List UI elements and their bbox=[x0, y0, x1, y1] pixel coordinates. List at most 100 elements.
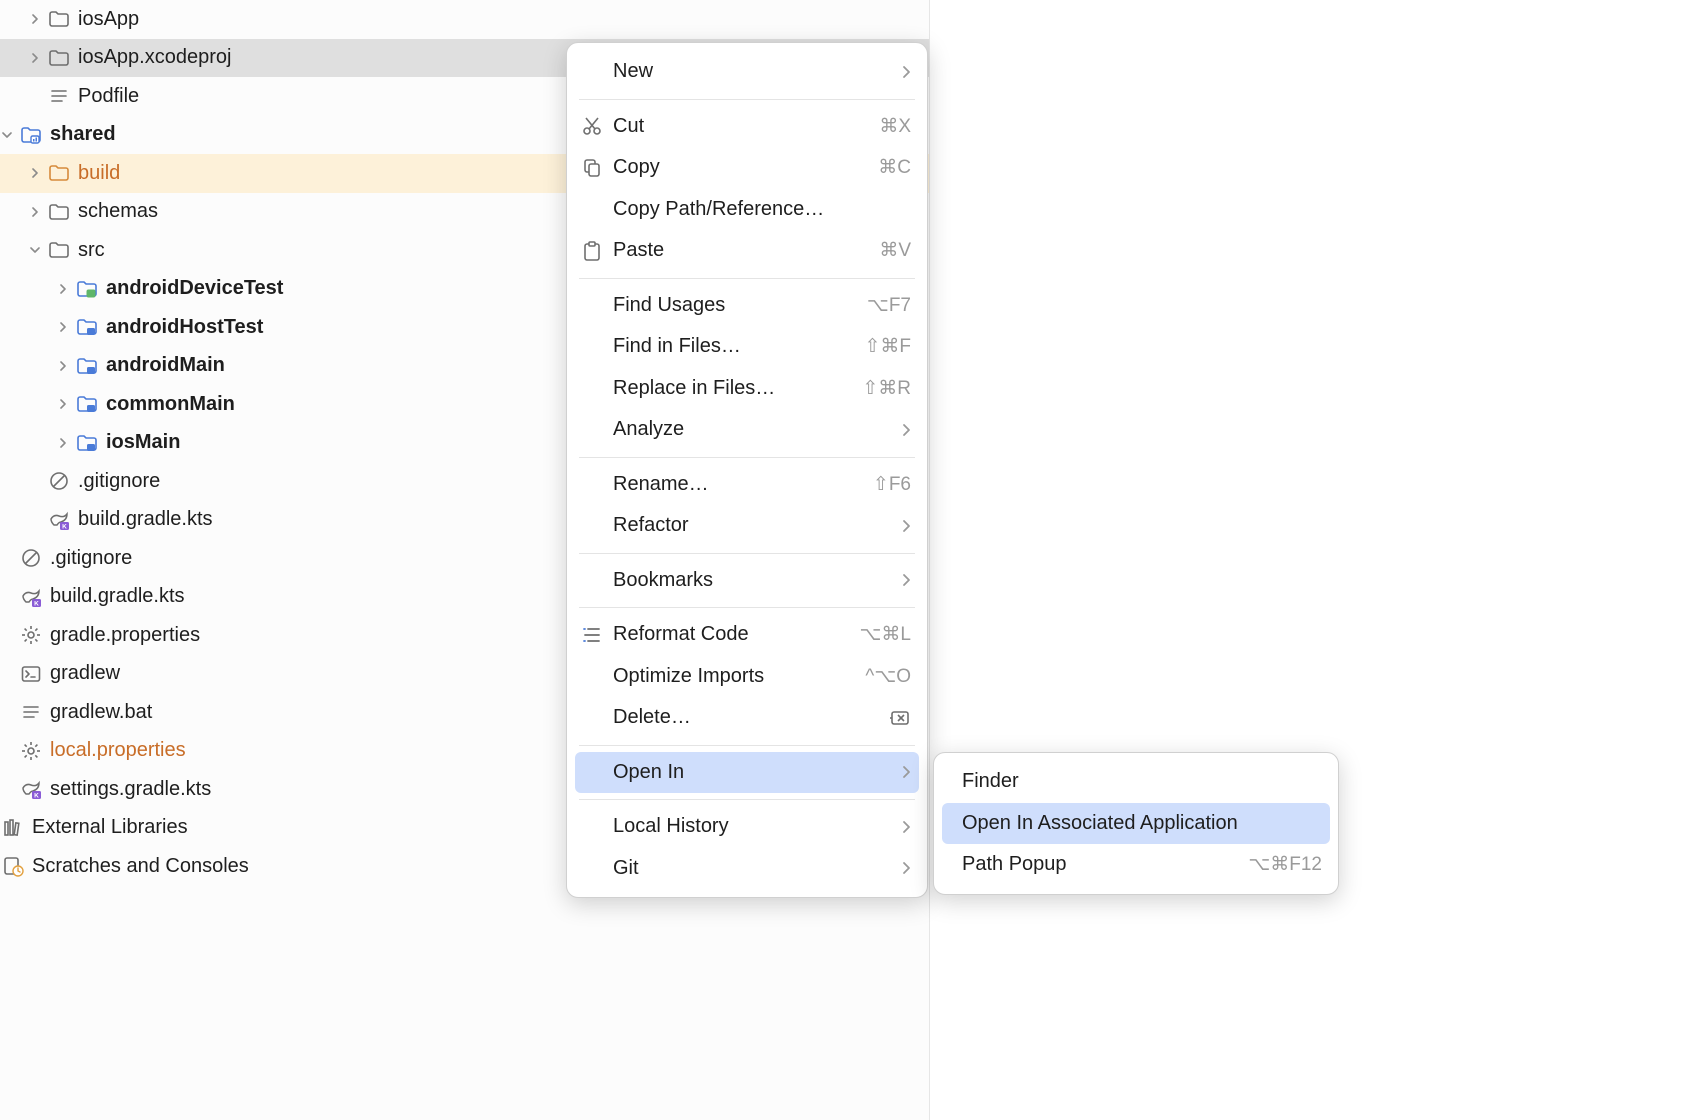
tree-item-label: local.properties bbox=[50, 739, 186, 762]
chevron-right-icon[interactable] bbox=[56, 436, 70, 450]
menu-item[interactable]: Open In Associated Application bbox=[942, 803, 1330, 845]
module-src-icon bbox=[76, 316, 98, 338]
menu-item-label: Analyze bbox=[613, 418, 881, 441]
menu-shortcut: ⌥⌘F12 bbox=[1248, 853, 1322, 876]
menu-item-label: Reformat Code bbox=[613, 623, 840, 646]
menu-separator bbox=[579, 99, 915, 100]
chevron-right-icon[interactable] bbox=[56, 397, 70, 411]
menu-item[interactable]: Open In bbox=[575, 752, 919, 794]
menu-item[interactable]: Refactor bbox=[567, 505, 927, 547]
menu-separator bbox=[579, 607, 915, 608]
menu-item[interactable]: Finder bbox=[934, 761, 1338, 803]
folder-icon bbox=[48, 239, 70, 261]
menu-shortcut: ⌘X bbox=[879, 115, 911, 138]
menu-item[interactable]: Reformat Code ⌥⌘L bbox=[567, 614, 927, 656]
menu-item[interactable]: Delete… bbox=[567, 697, 927, 739]
ignored-icon bbox=[48, 470, 70, 492]
menu-item[interactable]: Optimize Imports^⌥O bbox=[567, 656, 927, 698]
menu-item-label: Delete… bbox=[613, 706, 869, 729]
menu-item-label: Open In bbox=[613, 761, 881, 784]
menu-separator bbox=[579, 278, 915, 279]
menu-item[interactable]: Path Popup ⌥⌘F12 bbox=[934, 844, 1338, 886]
chevron-right-icon bbox=[901, 573, 911, 587]
gradle-kts-icon: K bbox=[20, 586, 42, 608]
chevron-right-icon bbox=[901, 820, 911, 834]
file-text-icon bbox=[48, 85, 70, 107]
menu-item-label: Cut bbox=[613, 115, 859, 138]
chevron-right-icon[interactable] bbox=[56, 359, 70, 373]
menu-item[interactable]: Find Usages⌥F7 bbox=[567, 285, 927, 327]
chevron-right-icon bbox=[901, 423, 911, 437]
module-src-icon bbox=[76, 432, 98, 454]
svg-text:K: K bbox=[34, 793, 39, 800]
file-text-icon bbox=[20, 701, 42, 723]
cut-icon bbox=[581, 115, 603, 137]
menu-item-label: Finder bbox=[962, 770, 1322, 793]
tree-item-label: Podfile bbox=[78, 85, 139, 108]
menu-item[interactable]: Replace in Files… ⇧⌘R bbox=[567, 368, 927, 410]
menu-shortcut: ^⌥O bbox=[865, 665, 911, 688]
chevron-right-icon[interactable] bbox=[28, 166, 42, 180]
menu-item-label: Rename… bbox=[613, 473, 853, 496]
tree-item-label: androidHostTest bbox=[106, 316, 263, 339]
menu-item[interactable]: Find in Files…⇧⌘F bbox=[567, 326, 927, 368]
chevron-right-icon[interactable] bbox=[28, 12, 42, 26]
gear-icon bbox=[20, 740, 42, 762]
chevron-right-icon[interactable] bbox=[28, 51, 42, 65]
chevron-right-icon bbox=[901, 65, 911, 79]
folder-icon bbox=[48, 47, 70, 69]
menu-item[interactable]: Paste ⌘V bbox=[567, 230, 927, 272]
menu-item-label: Bookmarks bbox=[613, 569, 881, 592]
menu-item[interactable]: New bbox=[567, 51, 927, 93]
gradle-kts-icon: K bbox=[48, 509, 70, 531]
menu-item[interactable]: Bookmarks bbox=[567, 560, 927, 602]
context-menu-openin[interactable]: FinderOpen In Associated ApplicationPath… bbox=[933, 752, 1339, 895]
tree-item-label: iosApp.xcodeproj bbox=[78, 46, 231, 69]
chevron-right-icon[interactable] bbox=[28, 205, 42, 219]
menu-item-label: Copy Path/Reference… bbox=[613, 198, 911, 221]
menu-item[interactable]: Rename…⇧F6 bbox=[567, 464, 927, 506]
menu-item[interactable]: Git bbox=[567, 848, 927, 890]
menu-item-label: Path Popup bbox=[962, 853, 1228, 876]
chevron-down-icon[interactable] bbox=[0, 128, 14, 142]
menu-separator bbox=[579, 553, 915, 554]
menu-item-label: Find Usages bbox=[613, 294, 847, 317]
menu-item[interactable]: Cut ⌘X bbox=[567, 106, 927, 148]
tree-item-label: src bbox=[78, 239, 105, 262]
module-test-icon bbox=[76, 278, 98, 300]
ignored-icon bbox=[20, 547, 42, 569]
menu-shortcut: ⌥⌘L bbox=[860, 623, 911, 646]
svg-text:K: K bbox=[34, 600, 39, 607]
folder-icon bbox=[48, 201, 70, 223]
chevron-right-icon[interactable] bbox=[56, 282, 70, 296]
menu-item[interactable]: Analyze bbox=[567, 409, 927, 451]
svg-text:K: K bbox=[62, 523, 67, 530]
menu-item[interactable]: Local History bbox=[567, 806, 927, 848]
menu-shortcut: ⌘V bbox=[879, 239, 911, 262]
menu-item-label: Paste bbox=[613, 239, 859, 262]
menu-item[interactable]: Copy⌘C bbox=[567, 147, 927, 189]
tree-item-label: settings.gradle.kts bbox=[50, 778, 211, 801]
copy-icon bbox=[581, 157, 603, 179]
scratches-icon bbox=[2, 855, 24, 877]
menu-item-label: Refactor bbox=[613, 514, 881, 537]
menu-separator bbox=[579, 745, 915, 746]
tree-item-label: gradlew bbox=[50, 662, 120, 685]
tree-item[interactable]: iosApp bbox=[0, 0, 929, 39]
module-icon bbox=[20, 124, 42, 146]
menu-item-label: Copy bbox=[613, 156, 858, 179]
module-src-icon bbox=[76, 355, 98, 377]
tree-item-label: gradle.properties bbox=[50, 624, 200, 647]
chevron-down-icon[interactable] bbox=[28, 243, 42, 257]
menu-item[interactable]: Copy Path/Reference… bbox=[567, 189, 927, 231]
chevron-right-icon[interactable] bbox=[56, 320, 70, 334]
menu-item-label: Local History bbox=[613, 815, 881, 838]
menu-shortcut: ⇧⌘R bbox=[862, 377, 911, 400]
reformat-icon bbox=[581, 624, 603, 646]
module-src-icon bbox=[76, 393, 98, 415]
delete-icon bbox=[889, 707, 911, 729]
tree-item-label: .gitignore bbox=[78, 470, 160, 493]
context-menu-main[interactable]: New Cut ⌘X Copy⌘C Copy Path/Reference… Paste ⌘… bbox=[566, 42, 928, 898]
menu-item-label: Replace in Files… bbox=[613, 377, 842, 400]
menu-separator bbox=[579, 457, 915, 458]
